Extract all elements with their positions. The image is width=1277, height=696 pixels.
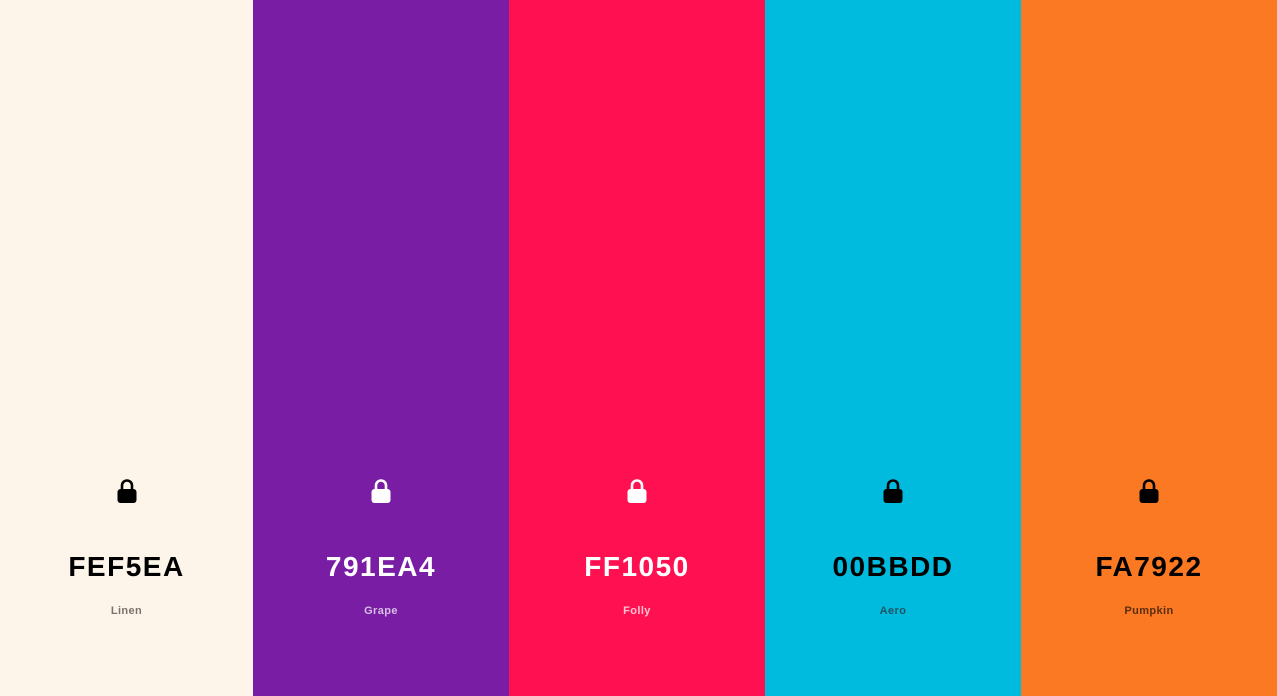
- color-name: Linen: [110, 605, 143, 617]
- lock-icon[interactable]: [1137, 478, 1161, 504]
- hex-code[interactable]: FF1050: [509, 549, 765, 585]
- hex-code[interactable]: FEF5EA: [0, 549, 253, 585]
- lock-icon[interactable]: [881, 478, 905, 504]
- lock-icon[interactable]: [369, 478, 393, 504]
- lock-icon[interactable]: [115, 478, 139, 504]
- color-name: Grape: [364, 605, 398, 617]
- color-swatch-aero[interactable]: 00BBDD Aero: [765, 0, 1021, 696]
- hex-code[interactable]: 00BBDD: [765, 549, 1021, 585]
- color-palette: FEF5EA Linen 791EA4 Grape FF1050 Folly 0…: [0, 0, 1277, 696]
- color-name: Aero: [879, 605, 907, 617]
- color-swatch-pumpkin[interactable]: FA7922 Pumpkin: [1021, 0, 1277, 696]
- lock-icon[interactable]: [625, 478, 649, 504]
- color-name: Pumpkin: [1124, 605, 1174, 617]
- hex-code[interactable]: 791EA4: [253, 549, 509, 585]
- color-swatch-linen[interactable]: FEF5EA Linen: [0, 0, 253, 696]
- color-name: Folly: [623, 605, 651, 617]
- hex-code[interactable]: FA7922: [1021, 549, 1277, 585]
- color-swatch-folly[interactable]: FF1050 Folly: [509, 0, 765, 696]
- color-swatch-grape[interactable]: 791EA4 Grape: [253, 0, 509, 696]
